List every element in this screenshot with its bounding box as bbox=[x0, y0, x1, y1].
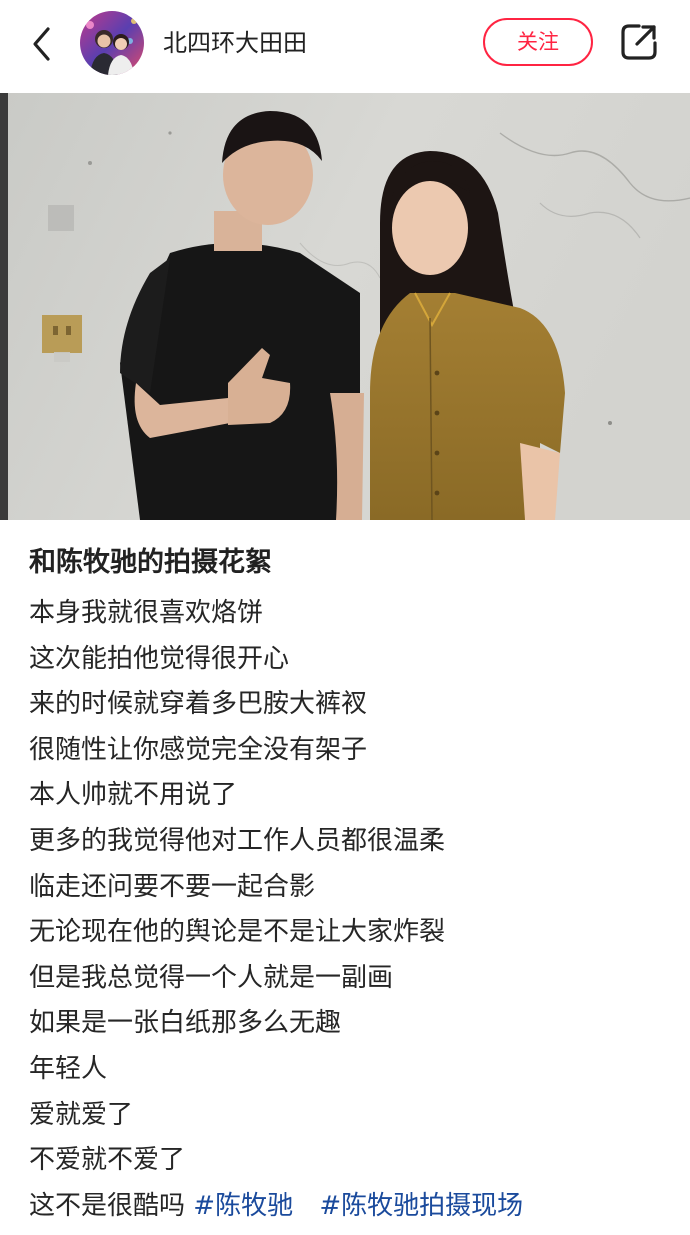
hashtag-link[interactable]: #陈牧驰拍摄现场 bbox=[319, 1191, 523, 1221]
post-title: 和陈牧驰的拍摄花絮 bbox=[29, 547, 272, 578]
post-last-line: 这不是很酷吗 #陈牧驰 #陈牧驰拍摄现场 bbox=[29, 1184, 669, 1230]
post-line: 更多的我觉得他对工作人员都很温柔 bbox=[29, 825, 446, 856]
post-line: 不爱就不爱了 bbox=[29, 1145, 186, 1176]
post-line: 爱就爱了 bbox=[29, 1099, 134, 1130]
author-name[interactable]: 北四环大田田 bbox=[163, 26, 307, 60]
post-line: 临走还问要不要一起合影 bbox=[29, 871, 316, 902]
post-photo[interactable] bbox=[0, 93, 690, 520]
chevron-left-icon bbox=[33, 27, 50, 61]
top-bar: 北四环大田田 关注 bbox=[0, 0, 690, 90]
post-line: 本人帅就不用说了 bbox=[29, 780, 238, 811]
back-button[interactable] bbox=[26, 24, 60, 64]
post-line: 但是我总觉得一个人就是一副画 bbox=[29, 962, 394, 993]
hashtag-link[interactable]: #陈牧驰 bbox=[193, 1191, 293, 1221]
post-line: 很随性让你感觉完全没有架子 bbox=[29, 734, 368, 765]
author-avatar[interactable] bbox=[80, 11, 144, 75]
share-icon bbox=[621, 24, 657, 60]
avatar-image bbox=[80, 11, 144, 75]
post-line: 本身我就很喜欢烙饼 bbox=[29, 598, 264, 628]
post-line: 这次能拍他觉得很开心 bbox=[29, 643, 290, 674]
post-line-text: 这不是很酷吗 bbox=[29, 1190, 186, 1221]
post-line: 年轻人 bbox=[29, 1053, 108, 1084]
share-button[interactable] bbox=[619, 22, 659, 62]
post-line: 来的时候就穿着多巴胺大裤衩 bbox=[29, 689, 368, 720]
post-content: 和陈牧驰的拍摄花絮 本身我就很喜欢烙饼 这次能拍他觉得很开心 来的时候就穿着多巴… bbox=[29, 540, 669, 1229]
photo-image bbox=[0, 93, 690, 520]
post-line: 无论现在他的舆论是不是让大家炸裂 bbox=[29, 917, 446, 948]
post-line: 如果是一张白纸那多么无趣 bbox=[29, 1008, 342, 1039]
follow-button[interactable]: 关注 bbox=[483, 18, 593, 66]
